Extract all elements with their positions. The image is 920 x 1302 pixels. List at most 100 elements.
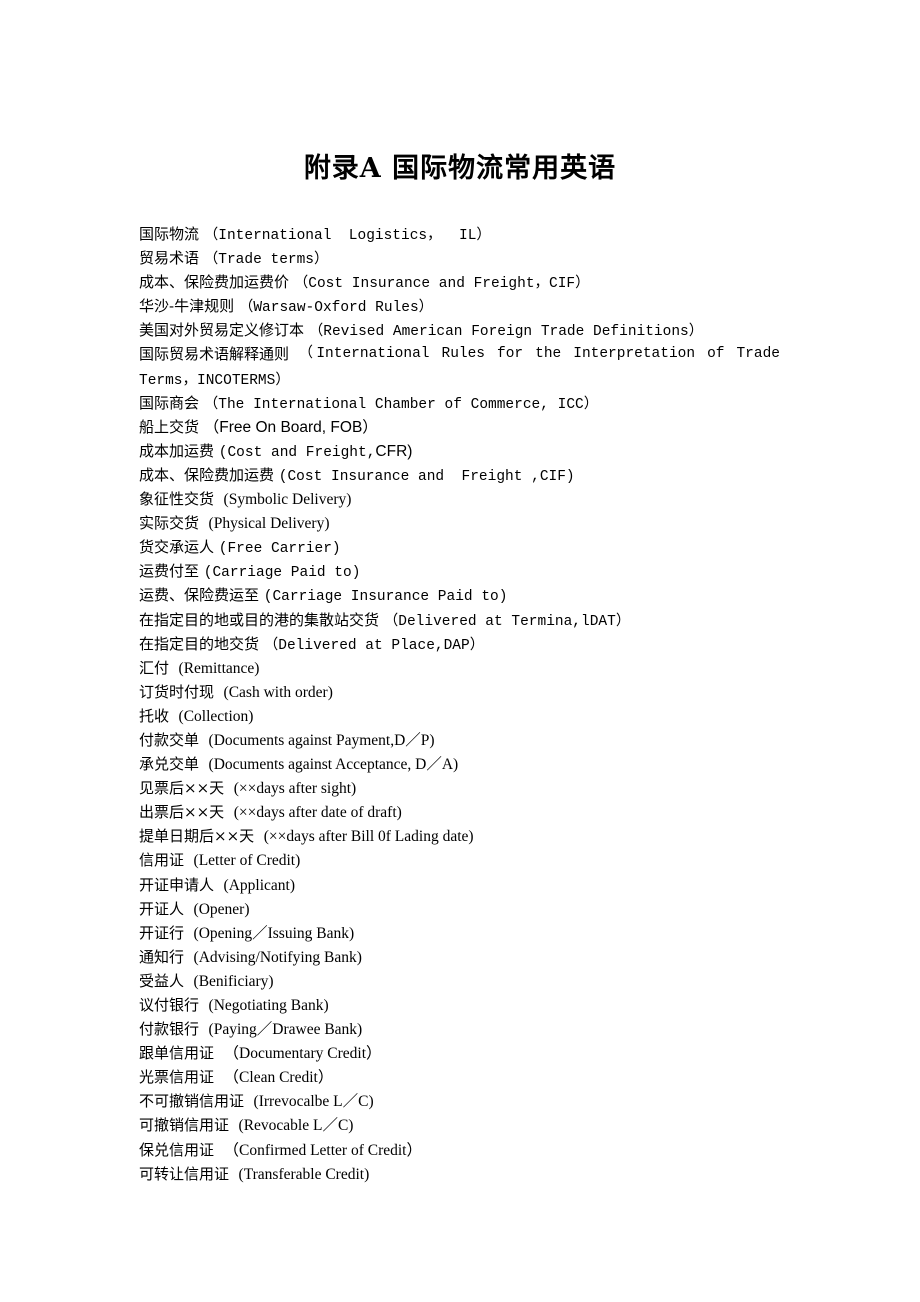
term-english: （Delivered at Place,DAP） [263, 637, 485, 654]
term-english: (Revocable L／C) [238, 1117, 354, 1135]
glossary-entry: 开证申请人 (Applicant) [139, 873, 789, 897]
term-english: (Advising/Notifying Bank) [193, 948, 362, 966]
term-chinese: 光票信用证 [139, 1068, 224, 1087]
glossary-entry: 国际物流 （International Logistics， IL） [139, 222, 789, 246]
glossary-entry: 成本、保险费加运费 (Cost Insurance and Freight ,C… [139, 463, 789, 487]
term-english: (Physical Delivery) [208, 515, 330, 533]
term-english: （Free On Board, FOB） [203, 418, 378, 436]
term-english: （International Logistics， IL） [203, 228, 491, 244]
glossary-entry: 船上交货 （Free On Board, FOB） [139, 415, 789, 439]
term-english: (Cash with order) [223, 683, 333, 701]
term-chinese: 在指定目的地交货 [139, 634, 264, 653]
term-chinese: 付款交单 [139, 730, 209, 749]
term-english: (Irrevocalbe L／C) [253, 1093, 374, 1111]
term-english: (Cost and Freight, [218, 444, 376, 461]
term-chinese: 开证申请人 [139, 875, 224, 894]
term-english: (Carriage Insurance Paid to) [263, 589, 508, 606]
term-english: （Clean Credit） [223, 1069, 334, 1087]
term-english: (Opener) [193, 900, 250, 918]
glossary-entry: 开证人 (Opener) [139, 897, 789, 921]
term-english: (Collection) [178, 707, 254, 725]
glossary-entry: 成本、保险费加运费价 （Cost Insurance and Freight，C… [139, 270, 789, 294]
term-chinese: 信用证 [139, 851, 194, 870]
glossary-entry: 国际贸易术语解释通则 （International Rules for the … [139, 342, 780, 366]
term-chinese: 运费付至 [139, 562, 204, 581]
glossary-entry: 光票信用证 （Clean Credit） [139, 1065, 789, 1089]
term-chinese: 议付银行 [139, 996, 209, 1014]
glossary-entry: 付款银行 (Paying／Drawee Bank) [139, 1017, 789, 1041]
term-english: （Warsaw-Oxford Rules） [238, 300, 434, 317]
glossary-entry: 在指定目的地或目的港的集散站交货 （Delivered at Termina,l… [139, 608, 789, 632]
term-chinese: 运费、保险费运至 [139, 586, 264, 605]
glossary-entry: 保兑信用证 （Confirmed Letter of Credit） [139, 1138, 789, 1162]
glossary-entry: 贸易术语 （Trade terms） [139, 246, 789, 270]
glossary-entry: 托收 (Collection) [139, 704, 789, 728]
glossary-entry: 美国对外贸易定义修订本 （Revised American Foreign Tr… [139, 318, 789, 342]
page-title: 附录A 国际物流常用英语 [303, 153, 617, 184]
term-chinese: 成本、保险费加运费价 [139, 273, 294, 292]
glossary-entry: 议付银行 (Negotiating Bank) [139, 993, 789, 1017]
term-chinese: 通知行 [139, 947, 194, 966]
term-chinese: 成本、保险费加运费 [139, 465, 279, 484]
glossary-entry: 跟单信用证 （Documentary Credit） [139, 1041, 789, 1065]
term-english: (Carriage Paid to) [203, 565, 361, 582]
term-english: （Revised American Foreign Trade Definiti… [308, 324, 704, 341]
term-chinese: 出票后××天 [139, 803, 234, 822]
glossary-entry: 通知行 (Advising/Notifying Bank) [139, 945, 789, 969]
glossary-entry: 在指定目的地交货 （Delivered at Place,DAP） [139, 632, 789, 656]
term-chinese: 国际商会 [139, 393, 204, 412]
term-english: Terms，INCOTERMS） [139, 372, 290, 389]
term-chinese: 国际贸易术语解释通则 [139, 345, 299, 364]
glossary-list: 国际物流 （International Logistics， IL） 贸易术语 （… [139, 222, 789, 1186]
term-english: (Benificiary) [193, 972, 274, 990]
glossary-entry: 成本加运费 (Cost and Freight,CFR) [139, 439, 789, 463]
glossary-entry: 可撤销信用证 (Revocable L／C) [139, 1113, 789, 1137]
term-chinese: 在指定目的地或目的港的集散站交货 [139, 610, 384, 629]
glossary-entry: 实际交货 (Physical Delivery) [139, 511, 789, 535]
term-english: （The International Chamber of Commerce, … [203, 396, 599, 413]
glossary-entry: 不可撤销信用证 (Irrevocalbe L／C) [139, 1089, 789, 1113]
term-chinese: 托收 [139, 706, 179, 725]
term-chinese: 华沙-牛津规则 [139, 297, 239, 316]
term-chinese: 国际物流 [139, 225, 204, 243]
term-english: （Cost Insurance and Freight，CIF） [293, 276, 590, 293]
term-english: (Letter of Credit) [193, 852, 301, 870]
term-chinese: 提单日期后××天 [139, 827, 264, 846]
term-english: （Trade terms） [203, 252, 329, 269]
term-english: (××days after sight) [233, 780, 357, 798]
term-chinese: 保兑信用证 [139, 1140, 224, 1159]
term-english: (Symbolic Delivery) [223, 491, 352, 509]
term-chinese: 成本加运费 [139, 441, 219, 460]
term-english: （Documentary Credit） [223, 1045, 382, 1063]
term-chinese: 开证行 [139, 923, 194, 942]
glossary-entry: 信用证 (Letter of Credit) [139, 848, 789, 872]
glossary-entry: 见票后××天 (××days after sight) [139, 776, 789, 800]
term-chinese: 承兑交单 [139, 755, 209, 774]
term-english: (Documents against Acceptance, D／A) [208, 756, 459, 774]
glossary-entry: 汇付 (Remittance) [139, 656, 789, 680]
term-english: （Delivered at Termina,lDAT） [383, 613, 631, 630]
term-chinese: 开证人 [139, 899, 194, 918]
term-english: (Cost Insurance and Freight ,CIF) [278, 468, 575, 485]
glossary-entry: 承兑交单 (Documents against Acceptance, D／A) [139, 752, 789, 776]
term-english: (××days after Bill 0f Lading date) [263, 828, 474, 846]
glossary-entry: 象征性交货 (Symbolic Delivery) [139, 487, 789, 511]
glossary-entry: 可转让信用证 (Transferable Credit) [139, 1162, 789, 1186]
term-chinese: 可撤销信用证 [139, 1116, 239, 1135]
glossary-entry: 运费、保险费运至 (Carriage Insurance Paid to) [139, 583, 789, 607]
term-english: （International Rules for the Interpretat… [298, 346, 780, 363]
glossary-entry: 运费付至 (Carriage Paid to) [139, 559, 789, 583]
glossary-entry: 付款交单 (Documents against Payment,D／P) [139, 728, 789, 752]
term-english-abbr: CFR) [375, 442, 413, 460]
term-english: (Free Carrier) [218, 541, 341, 558]
glossary-entry: 受益人 (Benificiary) [139, 969, 789, 993]
glossary-entry: 出票后××天 (××days after date of draft) [139, 800, 789, 824]
glossary-entry: 货交承运人 (Free Carrier) [139, 535, 789, 559]
term-english: (Transferable Credit) [238, 1165, 370, 1183]
term-english: (××days after date of draft) [233, 804, 402, 822]
term-chinese: 订货时付现 [139, 682, 224, 701]
term-chinese: 货交承运人 [139, 538, 219, 557]
term-chinese: 受益人 [139, 971, 194, 990]
term-english: （Confirmed Letter of Credit） [223, 1141, 422, 1159]
term-chinese: 可转让信用证 [139, 1164, 239, 1183]
